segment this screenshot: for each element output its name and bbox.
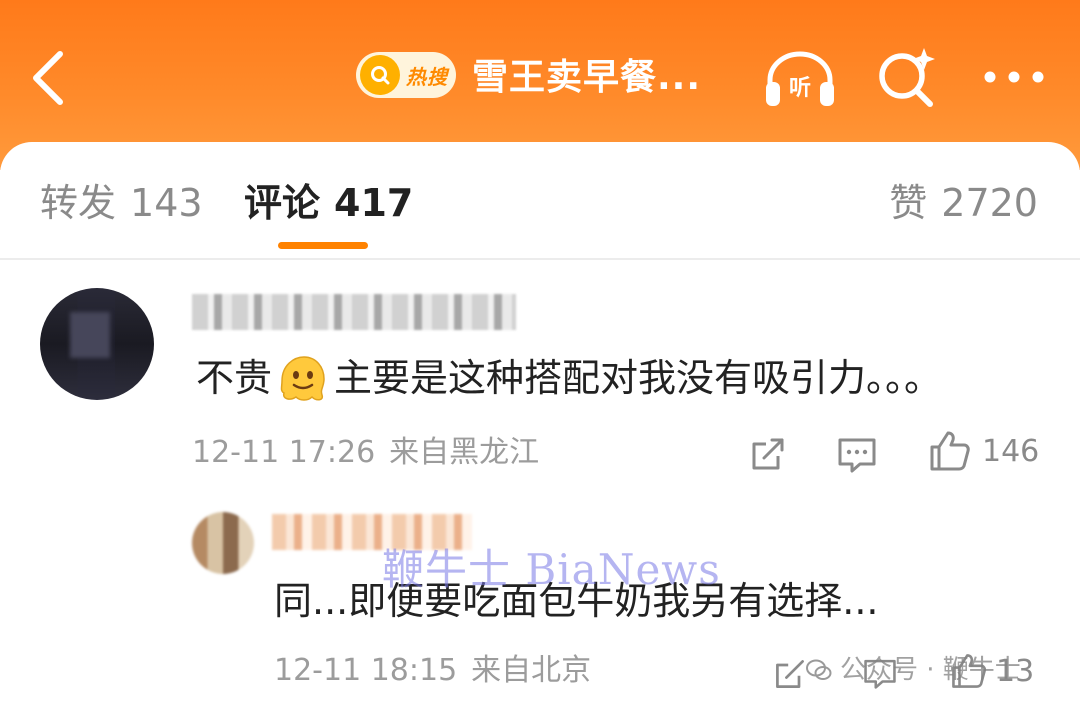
tab-comment-label: 评论 — [244, 181, 321, 225]
watermark-center: 鞭牛士 BiaNews — [382, 545, 721, 594]
reply-location: 来自北京 — [471, 653, 592, 688]
search-sparkle-icon — [879, 48, 935, 107]
reply-avatar[interactable] — [192, 512, 254, 574]
like-count: 146 — [982, 433, 1040, 469]
back-button[interactable] — [24, 44, 80, 112]
like-button[interactable]: 146 — [928, 426, 1048, 476]
tab-like-label: 赞 — [889, 181, 928, 225]
reply-share-button[interactable] — [772, 656, 808, 692]
search-button[interactable] — [874, 44, 940, 110]
search-q-icon — [360, 55, 400, 95]
tab-forward-count: 143 — [130, 181, 203, 225]
more-button[interactable] — [982, 60, 1046, 94]
wechat-icon — [806, 659, 832, 680]
page-title[interactable]: 雪王卖早餐... — [472, 50, 701, 106]
share-button[interactable] — [748, 434, 788, 474]
headphones-icon: 听 — [766, 51, 834, 106]
username-blurred[interactable] — [192, 294, 516, 330]
share-icon — [776, 660, 804, 688]
tab-forward-label: 转发 — [40, 181, 117, 225]
tab-forward[interactable]: 转发 143 — [40, 178, 203, 228]
comment-text-part1: 不贵 — [196, 356, 273, 400]
comment-location: 来自黑龙江 — [389, 435, 540, 470]
comment-meta: 12-11 17:26 来自黑龙江 — [192, 432, 539, 474]
chevron-left-icon — [33, 51, 63, 105]
watermark-corner-text: 公众号 · 鞭牛士 — [840, 655, 1021, 685]
hot-badge-label: 热搜 — [406, 64, 448, 89]
tab-like-count: 2720 — [941, 181, 1038, 225]
avatar[interactable] — [40, 288, 154, 400]
tab-like[interactable]: 赞 2720 — [889, 178, 1038, 228]
content-panel: 转发 143 评论 417 赞 2720 — [0, 142, 1080, 715]
tab-comment[interactable]: 评论 417 — [244, 178, 413, 228]
comment-time: 12-11 17:26 — [192, 435, 376, 470]
active-tab-indicator — [278, 242, 368, 249]
share-icon — [752, 438, 784, 470]
comment-bubble-icon — [838, 438, 876, 473]
thumbs-up-icon — [930, 431, 970, 471]
reply-meta: 12-11 18:15 来自北京 — [274, 650, 591, 692]
listen-icon-text: 听 — [789, 76, 811, 101]
hot-search-badge[interactable]: 热搜 — [356, 52, 456, 98]
watermark-corner: 公众号 · 鞭牛士 — [806, 650, 1021, 690]
more-dots-icon — [984, 71, 1044, 83]
melting-face-emoji-icon — [280, 356, 325, 401]
comment-text-part2: 主要是这种搭配对我没有吸引力。。。 — [334, 356, 943, 400]
tab-comment-count: 417 — [334, 181, 414, 225]
reply-button[interactable] — [836, 434, 878, 474]
reply-time: 12-11 18:15 — [274, 653, 458, 688]
comment-text: 不贵 主要是这种搭配对我没有吸引力。。。 — [196, 350, 942, 406]
listen-button[interactable]: 听 — [760, 46, 840, 110]
tabs-divider — [0, 258, 1080, 260]
